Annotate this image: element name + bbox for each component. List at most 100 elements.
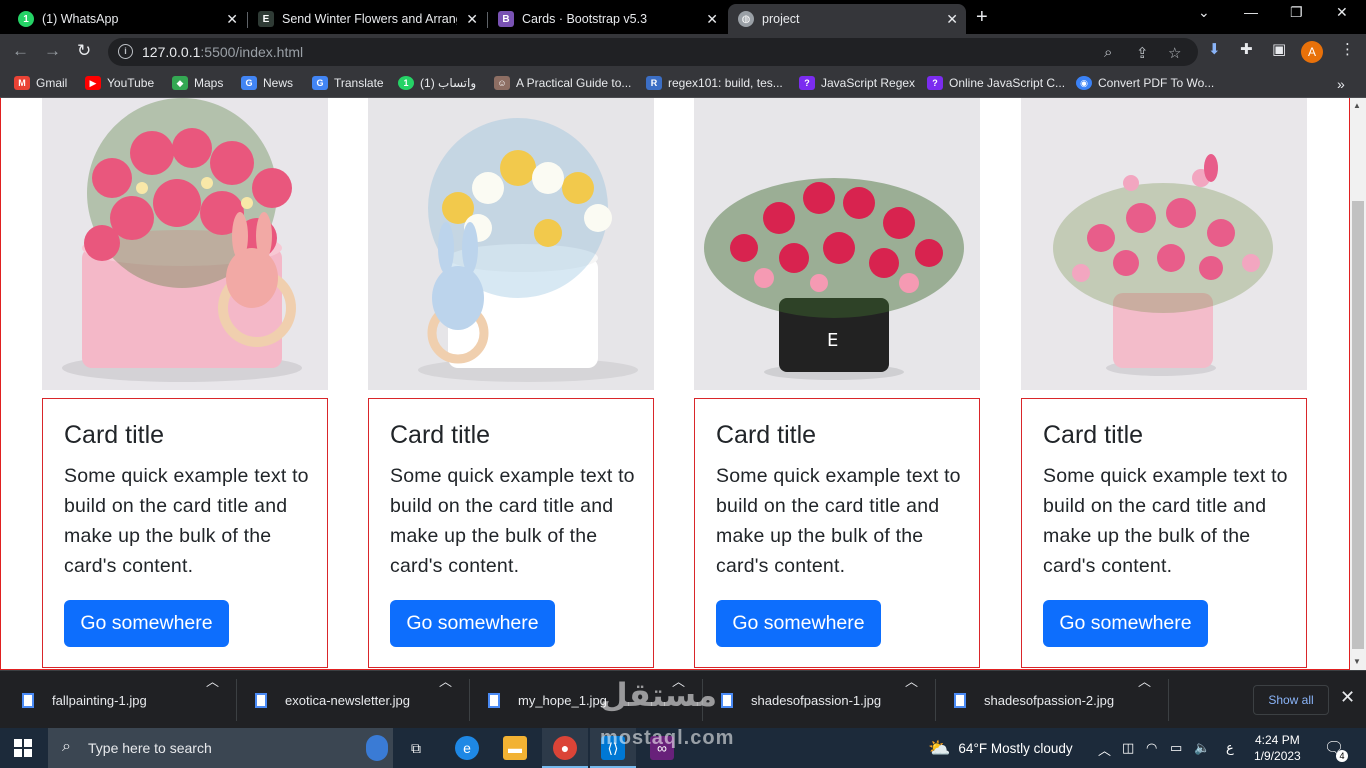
task-view-icon[interactable]: ⧉: [404, 736, 428, 760]
clock-time: 4:24 PM: [1255, 733, 1300, 747]
tab-title: (1) WhatsApp: [42, 12, 119, 26]
profile-avatar[interactable]: A: [1301, 41, 1323, 63]
scroll-up-icon[interactable]: ▲: [1353, 101, 1361, 110]
back-button[interactable]: ←: [12, 41, 29, 61]
side-panel-icon[interactable]: ▣: [1272, 40, 1286, 58]
card-text: Some quick example text to build on the …: [64, 465, 309, 577]
card-title: Card title: [1043, 421, 1144, 449]
bookmark-practical-guide[interactable]: ☺ A Practical Guide to...: [494, 76, 631, 90]
download-filename: exotica-newsletter.jpg: [285, 692, 411, 708]
zoom-icon[interactable]: ⌕: [1104, 44, 1112, 61]
weather-widget[interactable]: ⛅ 64°F Mostly cloudy: [928, 738, 1073, 759]
go-somewhere-button[interactable]: Go somewhere: [390, 600, 555, 647]
menu-kebab-icon[interactable]: ⋮: [1340, 40, 1355, 58]
download-filename: shadesofpassion-2.jpg: [984, 692, 1115, 708]
input-language-indicator[interactable]: ع: [1226, 740, 1234, 756]
tab-title: Send Winter Flowers and Arrange: [282, 12, 457, 26]
download-item[interactable]: shadesofpassion-2.jpg: [954, 671, 1114, 729]
bookmark-star-icon[interactable]: ☆: [1168, 44, 1181, 62]
chevron-up-icon[interactable]: ︿: [1138, 671, 1151, 690]
bookmark-label: Gmail: [36, 76, 68, 90]
download-item[interactable]: fallpainting-1.jpg: [22, 671, 147, 729]
minimize-button[interactable]: —: [1244, 4, 1258, 20]
chevron-up-icon[interactable]: ︿: [439, 671, 452, 690]
bookmark-label: A Practical Guide to...: [516, 76, 632, 90]
search-placeholder: Type here to search: [88, 740, 212, 756]
download-item[interactable]: shadesofpassion-1.jpg: [721, 671, 881, 729]
page-scrollbar[interactable]: ▲ ▼: [1350, 98, 1366, 670]
bookmark-convert-pdf[interactable]: ◉ Convert PDF To Wo...: [1076, 76, 1214, 90]
bookmark-label: واتساب (1): [420, 76, 477, 90]
card-title: Card title: [390, 421, 491, 449]
bookmark-translate[interactable]: G Translate: [312, 76, 384, 90]
close-icon[interactable]: ✕: [226, 11, 238, 28]
chevron-up-icon[interactable]: ︿: [905, 671, 918, 690]
bookmarks-bar: M Gmail ▶ YouTube ◆ Maps G News G Translate 1…: [0, 70, 1366, 98]
new-tab-button[interactable]: +: [976, 6, 988, 29]
image-file-icon: [488, 692, 500, 708]
bookmark-news[interactable]: G News: [241, 76, 293, 90]
go-somewhere-button[interactable]: Go somewhere: [716, 600, 881, 647]
go-somewhere-button[interactable]: Go somewhere: [64, 600, 229, 647]
scrollbar-thumb[interactable]: [1352, 201, 1364, 649]
wifi-icon[interactable]: ◠: [1146, 740, 1157, 756]
chevron-up-icon[interactable]: ︿: [206, 671, 219, 690]
forward-button[interactable]: →: [44, 41, 61, 61]
url-host: 127.0.0.1: [142, 44, 201, 60]
download-item[interactable]: exotica-newsletter.jpg: [255, 671, 410, 729]
pdf-convert-icon: ◉: [1076, 76, 1092, 90]
edge-icon[interactable]: e: [455, 736, 479, 760]
clock-date: 1/9/2023: [1254, 749, 1301, 763]
bookmark-regex101[interactable]: Rregex101: build, tes...: [646, 76, 783, 90]
close-icon[interactable]: ✕: [706, 11, 718, 28]
tab-search-chevron-icon[interactable]: ⌄: [1198, 4, 1210, 21]
card-body: Card title Some quick example text to bu…: [1021, 398, 1307, 668]
close-icon[interactable]: ✕: [466, 11, 478, 28]
card-text: Some quick example text to build on the …: [716, 465, 961, 577]
close-icon[interactable]: ✕: [946, 11, 958, 28]
share-icon[interactable]: ⇪: [1136, 44, 1149, 62]
bookmark-whatsapp[interactable]: 1 واتساب (1): [398, 76, 476, 90]
restore-button[interactable]: ❐: [1290, 4, 1303, 21]
page-viewport: Card title Some quick example text to bu…: [0, 98, 1366, 670]
battery-icon[interactable]: ▭: [1170, 740, 1182, 756]
show-hidden-icons-chevron-icon[interactable]: ︿: [1098, 740, 1111, 759]
taskbar-search-box[interactable]: ⌕ Type here to search: [48, 728, 393, 768]
bookmark-label: JavaScript Regex: [821, 76, 916, 90]
close-icon[interactable]: ✕: [1340, 687, 1355, 708]
file-explorer-icon[interactable]: ▬: [503, 736, 527, 760]
bookmark-online-js[interactable]: ? Online JavaScript C...: [927, 76, 1065, 90]
chrome-icon[interactable]: ●: [553, 736, 577, 760]
more-bookmarks-chevron-icon[interactable]: »: [1337, 76, 1345, 92]
tab-exotica[interactable]: E Send Winter Flowers and Arrange ✕: [248, 4, 486, 34]
tab-bootstrap[interactable]: B Cards · Bootstrap v5.3 ✕: [488, 4, 726, 34]
bookmark-maps[interactable]: ◆ Maps: [172, 76, 223, 90]
tab-project[interactable]: ◍ project ✕: [728, 4, 966, 34]
download-item[interactable]: my_hope_1.jpg: [488, 671, 607, 729]
site-info-icon[interactable]: i: [118, 44, 133, 59]
meet-now-icon[interactable]: ◫: [1122, 740, 1134, 756]
reload-button[interactable]: ↻: [77, 41, 91, 61]
show-all-downloads-button[interactable]: Show all: [1253, 685, 1329, 715]
bookmark-label: News: [263, 76, 294, 90]
card: Card title Some quick example text to bu…: [42, 98, 328, 668]
gmail-icon: M: [14, 76, 30, 90]
window-close-button[interactable]: ✕: [1336, 4, 1348, 21]
address-bar[interactable]: i 127.0.0.1:5500/index.html ⌕ ⇪ ☆: [108, 38, 1198, 66]
taskbar-clock[interactable]: 4:24 PM 1/9/2023: [1254, 732, 1301, 764]
download-filename: fallpainting-1.jpg: [52, 692, 147, 708]
extensions-puzzle-icon[interactable]: ✚: [1240, 40, 1253, 58]
scroll-down-icon[interactable]: ▼: [1353, 657, 1361, 666]
download-extension-icon[interactable]: ⬇: [1208, 40, 1221, 58]
windows-start-icon[interactable]: [14, 739, 32, 757]
go-somewhere-button[interactable]: Go somewhere: [1043, 600, 1208, 647]
tab-whatsapp[interactable]: 1 (1) WhatsApp ✕: [8, 4, 246, 34]
volume-icon[interactable]: 🔈: [1194, 740, 1210, 756]
bookmark-gmail[interactable]: M Gmail: [14, 76, 67, 90]
bookmark-youtube[interactable]: ▶ YouTube: [85, 76, 154, 90]
bookmark-javascript-regex[interactable]: ? JavaScript Regex: [799, 76, 915, 90]
card-text: Some quick example text to build on the …: [1043, 465, 1288, 577]
bookmark-label: Maps: [194, 76, 224, 90]
bookmark-label: Translate: [334, 76, 384, 90]
card-body: Card title Some quick example text to bu…: [694, 398, 980, 668]
